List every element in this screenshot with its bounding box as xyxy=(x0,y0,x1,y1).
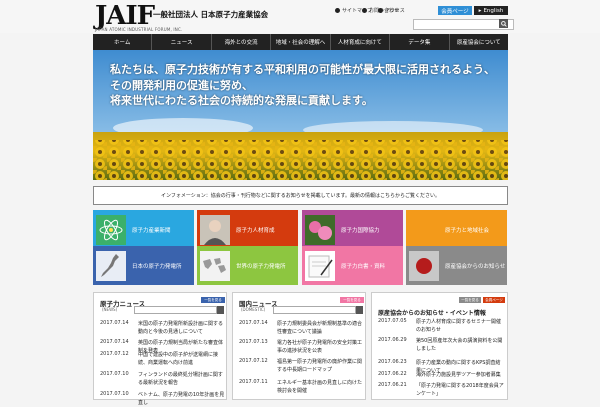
notice-text: インフォメーション：協会の行事・刊行物などに関するお知らせを掲載しています。最新… xyxy=(160,193,440,199)
notebook-image xyxy=(305,250,335,281)
search-button[interactable] xyxy=(499,19,508,28)
tile-label: 原子力産業新聞 xyxy=(132,227,171,234)
nav-item-home[interactable]: ホーム xyxy=(93,34,151,50)
flag-image xyxy=(409,250,439,281)
member-page-button[interactable]: 会員ページ xyxy=(438,6,472,15)
logo-subtitle: JAPAN ATOMIC INDUSTRIAL FORUM, INC. xyxy=(95,27,183,32)
tile-label: 日本の原子力発電所 xyxy=(132,263,182,270)
tile-label: 世界の原子力発電所 xyxy=(236,263,286,270)
nav-item-human-resources[interactable]: 人材育成に向けて xyxy=(329,34,389,50)
view-all-button[interactable]: 一覧を見る xyxy=(201,297,225,303)
hero-line: 私たちは、原子力技術が有する平和利用の可能性が最大限に活用されるよう、 xyxy=(110,63,495,76)
tile-label: 原子力人材育成 xyxy=(236,227,275,234)
notice-bar[interactable]: インフォメーション：協会の行事・刊行物などに関するお知らせを掲載しています。最新… xyxy=(93,186,508,205)
tile-japan-plants[interactable]: 日本の原子力発電所 xyxy=(93,246,194,285)
news-column-events: 一覧を見る 会員ページ 原産協会からのお知らせ・イベント情報 2017.07.0… xyxy=(371,292,508,400)
tile-whitepaper[interactable]: 原子力白書・資料 xyxy=(302,246,403,285)
list-item[interactable]: 2017.07.14 原子力規制委員会が新規制基準の適合性審査について議論 xyxy=(239,320,365,336)
blank-thumb xyxy=(409,214,439,245)
nav-item-international[interactable]: 海外との交流 xyxy=(210,34,270,50)
bullet-icon xyxy=(378,8,383,13)
column-subtitle: (NEWS) xyxy=(102,307,118,312)
list-item[interactable]: 2017.07.14 米国の原子力発電所新設計画に関する動向と今後の見通しについ… xyxy=(100,320,226,336)
list-item[interactable]: 2017.07.13 電力各社が原子力発電所の安全対策工事の進捗状況を公表 xyxy=(239,339,365,355)
bullet-icon xyxy=(335,8,340,13)
column-subtitle: (DOMESTIC) xyxy=(241,307,266,312)
nav-item-community[interactable]: 地域・社会の理解へ xyxy=(270,34,329,50)
tile-announcements[interactable]: 原産協会からのお知らせ xyxy=(406,246,507,285)
member-label: 会員ページ xyxy=(441,8,469,15)
portrait-image xyxy=(200,214,230,245)
view-all-button[interactable]: 一覧を見る xyxy=(459,297,481,303)
tile-label: 原子力国際協力 xyxy=(341,227,380,234)
search-icon xyxy=(500,20,507,27)
nav-item-data[interactable]: データ集 xyxy=(389,34,448,50)
site-logo[interactable]: JAIF xyxy=(95,3,155,29)
column-search-input[interactable] xyxy=(273,306,356,314)
access-link[interactable]: アクセス xyxy=(378,7,405,14)
list-item[interactable]: 2017.07.10 ベトナム、原子力発電の10年計画を見直し xyxy=(100,391,226,407)
tile-label: 原子力白書・資料 xyxy=(341,263,386,270)
column-search-button[interactable] xyxy=(217,306,224,314)
organization-name: 一般社団法人 日本原子力産業協会 xyxy=(153,10,269,19)
world-map-icon xyxy=(200,250,230,281)
arrow-icon: ▸ xyxy=(478,7,482,14)
tile-international[interactable]: 原子力国際協力 xyxy=(302,210,403,249)
column-search-input[interactable] xyxy=(134,306,217,314)
column-search-button[interactable] xyxy=(356,306,363,314)
tile-label: 原産協会からのお知らせ xyxy=(445,263,506,270)
hero-line: その開発利用の促進に努め、 xyxy=(110,78,253,92)
list-item[interactable]: 2017.07.10 フィンランドの最終処分場計画に関する最新状況を報告 xyxy=(100,371,226,387)
hero-message: 私たちは、原子力技術が有する平和利用の可能性が最大限に活用されるよう、 その開発… xyxy=(110,62,495,109)
column-title: 原産協会からのお知らせ・イベント情報 xyxy=(378,310,486,317)
list-item[interactable]: 2017.06.22 海外原子力施設見学ツアー参加者募集 xyxy=(378,371,504,379)
bullet-icon xyxy=(362,8,367,13)
main-nav: ホーム ニュース 海外との交流 地域・社会の理解へ 人材育成に向けて データ集 … xyxy=(93,34,508,50)
list-item[interactable]: 2017.06.21 「原子力発電に関する2018年度会員アンケート」 xyxy=(378,382,504,398)
list-item[interactable]: 2017.06.29 第50回原産年次大会の講演資料を公開しました xyxy=(378,337,504,353)
list-item[interactable]: 2017.07.12 中国で建設中の原子炉が送電網に接続、商業運転へ向け前進 xyxy=(100,351,226,367)
nav-item-news[interactable]: ニュース xyxy=(151,34,210,50)
tile-newspaper[interactable]: 原子力産業新聞 xyxy=(93,210,194,249)
atom-icon xyxy=(96,214,126,245)
flower-image xyxy=(305,214,335,245)
news-column-overseas: 原子力ニュース (NEWS) 一覧を見る 2017.07.14 米国の原子力発電… xyxy=(93,292,227,406)
member-page-badge[interactable]: 会員ページ xyxy=(483,297,505,303)
news-column-domestic: 国内ニュース (DOMESTIC) 一覧を見る 2017.07.14 原子力規制… xyxy=(232,292,366,400)
tile-community[interactable]: 原子力と地域社会 xyxy=(406,210,507,249)
hero-line: 将来世代にわたる社会の持続的な発展に貢献します。 xyxy=(110,94,373,107)
nav-item-about[interactable]: 原産協会について xyxy=(448,34,508,50)
list-item[interactable]: 2017.07.11 エネルギー基本計画の見直しに向けた検討会を開催 xyxy=(239,379,365,395)
tile-world-plants[interactable]: 世界の原子力発電所 xyxy=(197,246,298,285)
view-all-button[interactable]: 一覧を見る xyxy=(340,297,364,303)
list-item[interactable]: 2017.07.12 福島第一原子力発電所の廃炉作業に関する中長期ロードマップ xyxy=(239,358,365,374)
tile-label: 原子力と地域社会 xyxy=(445,227,490,234)
japan-map-icon xyxy=(96,250,126,281)
tile-human-resources[interactable]: 原子力人材育成 xyxy=(197,210,298,249)
list-item[interactable]: 2017.07.05 原子力人材育成に関するセミナー開催のお知らせ xyxy=(378,318,504,334)
english-button[interactable]: ▸ English xyxy=(474,6,508,15)
